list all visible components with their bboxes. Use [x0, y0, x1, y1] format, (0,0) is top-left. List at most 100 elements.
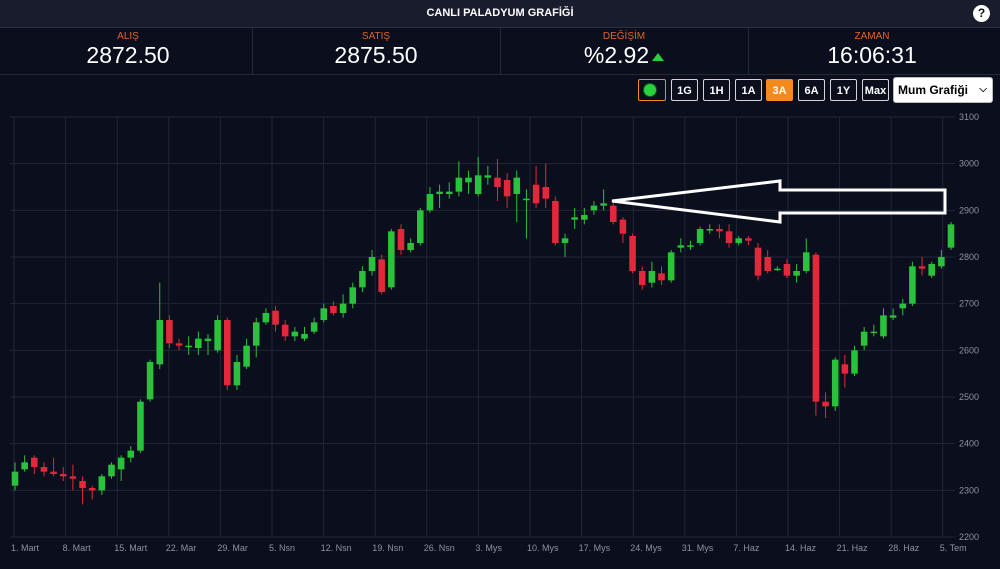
candle-body	[156, 320, 164, 365]
candle-body	[339, 303, 347, 313]
candle-body	[185, 345, 192, 348]
candle-body	[98, 476, 106, 491]
candle-body	[397, 229, 405, 250]
candle-body	[40, 467, 48, 472]
candle-series	[11, 156, 955, 505]
candle-body	[619, 219, 627, 234]
candle-body	[735, 238, 742, 243]
candle-body	[600, 203, 607, 206]
candle-body	[745, 238, 752, 241]
candle-body	[552, 201, 559, 243]
candle-body	[108, 464, 115, 477]
y-tick-label: 2600	[959, 345, 979, 355]
candle-body	[146, 362, 154, 400]
y-tick-label: 2900	[959, 205, 979, 215]
candle-body	[754, 247, 762, 276]
candle-body	[503, 180, 511, 197]
y-tick-label: 2700	[959, 299, 979, 309]
candle-body	[851, 350, 858, 374]
candle-body	[774, 268, 781, 271]
candle-body	[947, 224, 955, 248]
y-tick-label: 3100	[959, 112, 979, 122]
candle-body	[50, 471, 57, 474]
candle-body	[378, 259, 385, 292]
x-tick-label: 17. Mys	[579, 543, 611, 553]
candle-body	[11, 471, 19, 486]
candle-body	[484, 175, 492, 178]
y-axis: 2200 2300 2400 2500 2600 2700 2800 2900 3000 3100	[959, 112, 979, 542]
candle-body	[426, 194, 434, 211]
candle-body	[716, 229, 723, 232]
candle-body	[802, 252, 810, 271]
candle-body	[513, 177, 521, 194]
candle-body	[687, 245, 694, 247]
candle-body	[860, 331, 868, 346]
candle-body	[137, 401, 144, 451]
candle-body	[474, 175, 482, 194]
y-tick-label: 2200	[959, 532, 979, 542]
candle-body	[880, 315, 887, 337]
candle-body	[870, 331, 878, 334]
candle-body	[388, 231, 395, 288]
candle-body	[79, 481, 86, 488]
candle-body	[822, 401, 829, 407]
candle-body	[928, 264, 935, 276]
candle-body	[349, 287, 357, 304]
candle-body	[166, 320, 173, 344]
x-tick-label: 21. Haz	[837, 543, 869, 553]
x-tick-label: 31. Mys	[682, 543, 714, 553]
candle-body	[175, 343, 183, 346]
candle-body	[909, 266, 916, 304]
candle-body	[368, 257, 376, 271]
candle-body	[494, 177, 501, 187]
candle-body	[214, 320, 221, 351]
candle-body	[581, 215, 588, 220]
candle-body	[436, 191, 443, 194]
candle-body	[638, 271, 646, 285]
candle-body	[677, 245, 685, 248]
candle-body	[31, 457, 38, 467]
candle-body	[281, 324, 289, 337]
y-tick-label: 2800	[959, 252, 979, 262]
candle-body	[629, 236, 636, 271]
x-tick-label: 26. Nsn	[424, 543, 455, 553]
x-tick-label: 22. Mar	[166, 543, 197, 553]
x-tick-label: 28. Haz	[888, 543, 920, 553]
candle-body	[88, 488, 96, 491]
candle-body	[301, 334, 308, 339]
candle-body	[407, 243, 414, 250]
x-tick-label: 8. Mart	[63, 543, 92, 553]
candle-body	[667, 252, 675, 281]
candle-body	[310, 322, 318, 332]
candle-body	[841, 364, 849, 374]
y-tick-label: 2500	[959, 392, 979, 402]
candle-body	[243, 345, 250, 367]
candle-body	[783, 264, 791, 276]
candle-body	[812, 254, 820, 402]
x-tick-label: 29. Mar	[217, 543, 248, 553]
candle-body	[204, 338, 212, 341]
candle-body	[899, 303, 907, 309]
candle-body	[233, 362, 241, 386]
candlestick-chart: 2200 2300 2400 2500 2600 2700 2800 2900 3000 3100…	[10, 112, 979, 553]
x-tick-label: 1. Mart	[11, 543, 40, 553]
candle-body	[590, 205, 598, 211]
candle-body	[889, 315, 897, 318]
candle-body	[117, 457, 125, 470]
annotation-arrow	[611, 179, 947, 224]
y-tick-label: 3000	[959, 159, 979, 169]
candle-body	[532, 184, 540, 204]
candle-body	[706, 229, 714, 231]
candle-body	[465, 177, 472, 183]
candle-body	[320, 308, 328, 320]
candle-body	[561, 238, 569, 243]
candle-body	[445, 191, 453, 194]
candle-body	[764, 257, 771, 271]
y-tick-label: 2400	[959, 439, 979, 449]
x-axis: 1. Mart 8. Mart 15. Mart 22. Mar 29. Mar 5. N…	[11, 543, 967, 553]
candle-body	[262, 313, 270, 323]
candle-body	[571, 217, 578, 220]
candle-body	[696, 229, 704, 243]
x-tick-label: 19. Nsn	[372, 543, 403, 553]
x-tick-label: 24. Mys	[630, 543, 662, 553]
